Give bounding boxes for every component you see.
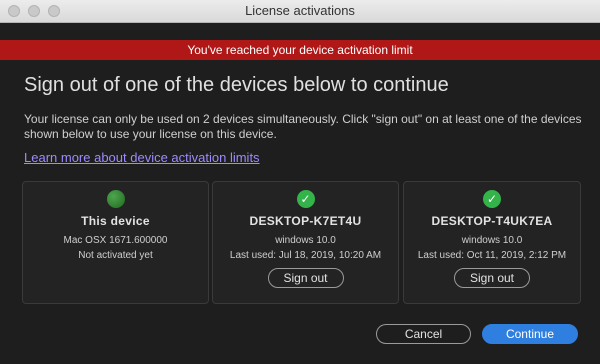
device-card-desktop-k7et4u: ✓ DESKTOP-K7ET4U windows 10.0 Last used:… bbox=[212, 181, 399, 304]
activation-limit-banner: You've reached your device activation li… bbox=[0, 40, 600, 60]
device-last-used: Last used: Jul 18, 2019, 10:20 AM bbox=[229, 250, 382, 261]
sign-out-button[interactable]: Sign out bbox=[454, 268, 530, 288]
sign-out-button[interactable]: Sign out bbox=[267, 268, 344, 288]
green-check-icon: ✓ bbox=[296, 190, 315, 208]
device-card-this-device: This device Mac OSX 1671.600000 Not acti… bbox=[22, 181, 209, 304]
device-name: DESKTOP-K7ET4U bbox=[249, 214, 362, 228]
device-last-used: Last used: Oct 11, 2019, 2:12 PM bbox=[417, 250, 567, 261]
learn-more-link[interactable]: Learn more about device activation limit… bbox=[24, 150, 260, 165]
cancel-button[interactable]: Cancel bbox=[376, 324, 471, 344]
window-titlebar: License activations bbox=[0, 0, 600, 23]
device-card-desktop-t4uk7ea: ✓ DESKTOP-T4UK7EA windows 10.0 Last used… bbox=[403, 181, 581, 304]
green-dot-icon bbox=[106, 190, 125, 208]
device-name: DESKTOP-T4UK7EA bbox=[431, 214, 553, 228]
page-title: Sign out of one of the devices below to … bbox=[24, 74, 449, 96]
device-os: Mac OSX 1671.600000 bbox=[63, 235, 168, 246]
device-os: windows 10.0 bbox=[275, 235, 336, 246]
device-status: Not activated yet bbox=[78, 250, 153, 261]
device-os: windows 10.0 bbox=[461, 235, 523, 246]
device-name: This device bbox=[81, 214, 150, 228]
description-text: Your license can only be used on 2 devic… bbox=[24, 112, 582, 141]
green-check-icon: ✓ bbox=[483, 190, 501, 208]
continue-button[interactable]: Continue bbox=[482, 324, 578, 344]
window-title: License activations bbox=[245, 3, 355, 18]
